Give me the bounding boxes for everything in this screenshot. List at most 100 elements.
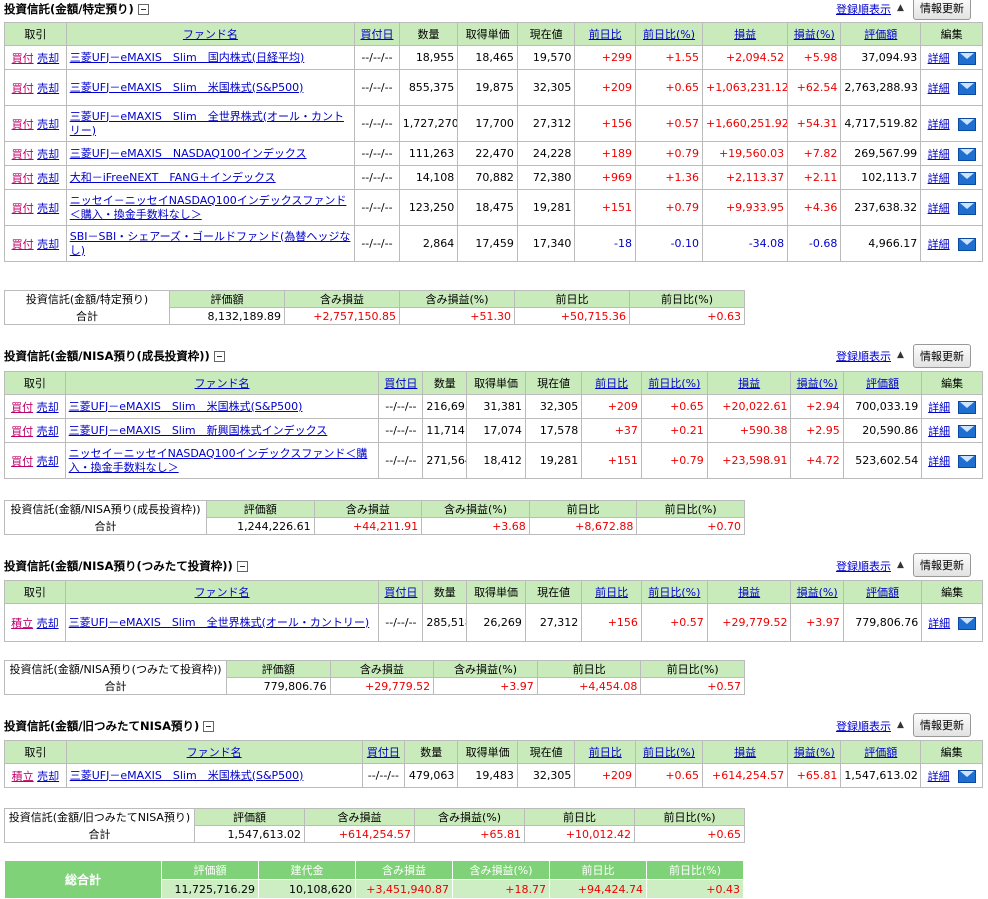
buy-link[interactable]: 買付 xyxy=(12,52,34,65)
mail-icon[interactable] xyxy=(958,425,977,438)
mail-icon[interactable] xyxy=(958,455,977,468)
fund-name-link[interactable]: 三菱UFJ－eMAXIS Slim 米国株式(S&P500) xyxy=(70,769,304,782)
column-header[interactable]: ファンド名 xyxy=(64,580,380,604)
column-header[interactable]: 損益 xyxy=(702,740,789,764)
detail-link[interactable]: 詳細 xyxy=(928,172,950,185)
sell-link[interactable]: 売却 xyxy=(37,238,59,251)
column-header[interactable]: 前日比(%) xyxy=(640,580,708,604)
mail-icon[interactable] xyxy=(958,617,977,630)
sell-link[interactable]: 売却 xyxy=(37,455,59,468)
column-header[interactable]: 前日比 xyxy=(581,580,642,604)
sell-link[interactable]: 売却 xyxy=(37,770,59,783)
column-header[interactable]: 損益 xyxy=(706,371,792,395)
buy-link[interactable]: 買付 xyxy=(12,82,34,95)
sort-order-link[interactable]: 登録順表示 xyxy=(836,348,891,364)
refresh-button[interactable]: 情報更新 xyxy=(913,0,971,20)
column-header[interactable]: 損益(%) xyxy=(787,22,842,46)
mail-icon[interactable] xyxy=(957,202,976,215)
collapse-icon[interactable] xyxy=(137,3,149,15)
column-header[interactable]: 損益 xyxy=(702,22,789,46)
mail-icon[interactable] xyxy=(957,118,976,131)
fund-name-link[interactable]: SBI－SBI・シェアーズ・ゴールドファンド(為替ヘッジなし) xyxy=(70,230,351,257)
detail-link[interactable]: 詳細 xyxy=(928,82,950,95)
fund-name-link[interactable]: 三菱UFJ－eMAXIS Slim 米国株式(S&P500) xyxy=(69,400,303,413)
refresh-button[interactable]: 情報更新 xyxy=(913,713,971,737)
column-header[interactable]: ファンド名 xyxy=(65,22,356,46)
sell-link[interactable]: 売却 xyxy=(37,172,59,185)
mail-icon[interactable] xyxy=(957,238,976,251)
buy-link[interactable]: 買付 xyxy=(11,425,33,438)
sell-link[interactable]: 売却 xyxy=(37,82,59,95)
column-header[interactable]: 前日比 xyxy=(574,22,637,46)
mail-icon[interactable] xyxy=(958,401,977,414)
column-header[interactable]: 損益(%) xyxy=(790,580,844,604)
detail-link[interactable]: 詳細 xyxy=(928,238,950,251)
fund-name-link[interactable]: 三菱UFJ－eMAXIS NASDAQ100インデックス xyxy=(70,147,307,160)
column-header[interactable]: 前日比(%) xyxy=(635,22,704,46)
mail-icon[interactable] xyxy=(957,770,976,783)
mail-icon[interactable] xyxy=(957,82,976,95)
fund-name-link[interactable]: 三菱UFJ－eMAXIS Slim 米国株式(S&P500) xyxy=(70,81,304,94)
detail-link[interactable]: 詳細 xyxy=(928,401,950,414)
column-header[interactable]: 前日比 xyxy=(574,740,637,764)
fund-name-link[interactable]: 三菱UFJ－eMAXIS Slim 全世界株式(オール・カントリー) xyxy=(70,110,344,137)
sell-link[interactable]: 売却 xyxy=(37,202,59,215)
fund-name-link[interactable]: 三菱UFJ－eMAXIS Slim 全世界株式(オール・カントリー) xyxy=(69,616,370,629)
refresh-button[interactable]: 情報更新 xyxy=(913,553,971,577)
column-header[interactable]: ファンド名 xyxy=(64,371,380,395)
sell-link[interactable]: 売却 xyxy=(37,425,59,438)
sell-link[interactable]: 売却 xyxy=(37,401,59,414)
mail-icon[interactable] xyxy=(957,52,976,65)
column-header[interactable]: 評価額 xyxy=(840,740,922,764)
column-header[interactable]: 評価額 xyxy=(842,371,923,395)
detail-link[interactable]: 詳細 xyxy=(928,118,950,131)
fund-name-link[interactable]: 大和－iFreeNEXT FANG＋インデックス xyxy=(70,171,276,184)
collapse-icon[interactable] xyxy=(236,560,248,572)
column-header[interactable]: 損益(%) xyxy=(790,371,844,395)
buy-link[interactable]: 買付 xyxy=(12,148,34,161)
detail-link[interactable]: 詳細 xyxy=(928,455,950,468)
detail-link[interactable]: 詳細 xyxy=(928,617,950,630)
column-header[interactable]: 買付日 xyxy=(378,371,424,395)
column-header[interactable]: 買付日 xyxy=(354,22,400,46)
buy-link[interactable]: 買付 xyxy=(11,455,33,468)
column-header[interactable]: ファンド名 xyxy=(65,740,363,764)
sell-link[interactable]: 売却 xyxy=(37,148,59,161)
detail-link[interactable]: 詳細 xyxy=(928,770,950,783)
fund-name-link[interactable]: 三菱UFJ－eMAXIS Slim 国内株式(日経平均) xyxy=(70,51,305,64)
collapse-icon[interactable] xyxy=(203,720,215,732)
fund-name-link[interactable]: ニッセイ－ニッセイNASDAQ100インデックスファンド＜購入・換金手数料なし＞ xyxy=(70,194,347,221)
column-header[interactable]: 損益(%) xyxy=(787,740,842,764)
refresh-button[interactable]: 情報更新 xyxy=(913,344,971,368)
column-header[interactable]: 評価額 xyxy=(840,22,922,46)
sell-link[interactable]: 売却 xyxy=(37,52,59,65)
detail-link[interactable]: 詳細 xyxy=(928,148,950,161)
sell-link[interactable]: 売却 xyxy=(37,118,59,131)
buy-link[interactable]: 積立 xyxy=(12,770,34,783)
buy-link[interactable]: 買付 xyxy=(12,238,34,251)
column-header[interactable]: 前日比 xyxy=(581,371,642,395)
detail-link[interactable]: 詳細 xyxy=(928,202,950,215)
buy-link[interactable]: 積立 xyxy=(11,617,33,630)
sort-order-link[interactable]: 登録順表示 xyxy=(836,718,891,734)
collapse-icon[interactable] xyxy=(213,350,225,362)
mail-icon[interactable] xyxy=(957,148,976,161)
buy-link[interactable]: 買付 xyxy=(12,172,34,185)
fund-name-link[interactable]: 三菱UFJ－eMAXIS Slim 新興国株式インデックス xyxy=(69,424,328,437)
sell-link[interactable]: 売却 xyxy=(37,617,59,630)
column-header[interactable]: 前日比(%) xyxy=(635,740,704,764)
sort-order-link[interactable]: 登録順表示 xyxy=(836,558,891,574)
detail-link[interactable]: 詳細 xyxy=(928,425,950,438)
fund-name-link[interactable]: ニッセイ－ニッセイNASDAQ100インデックスファンド＜購入・換金手数料なし＞ xyxy=(69,447,368,474)
column-header[interactable]: 買付日 xyxy=(361,740,406,764)
column-header[interactable]: 評価額 xyxy=(842,580,923,604)
buy-link[interactable]: 買付 xyxy=(12,202,34,215)
detail-link[interactable]: 詳細 xyxy=(928,52,950,65)
column-header[interactable]: 前日比(%) xyxy=(640,371,708,395)
mail-icon[interactable] xyxy=(957,172,976,185)
buy-link[interactable]: 買付 xyxy=(12,118,34,131)
buy-link[interactable]: 買付 xyxy=(11,401,33,414)
sort-order-link[interactable]: 登録順表示 xyxy=(836,1,891,17)
column-header[interactable]: 買付日 xyxy=(378,580,424,604)
column-header[interactable]: 損益 xyxy=(706,580,792,604)
